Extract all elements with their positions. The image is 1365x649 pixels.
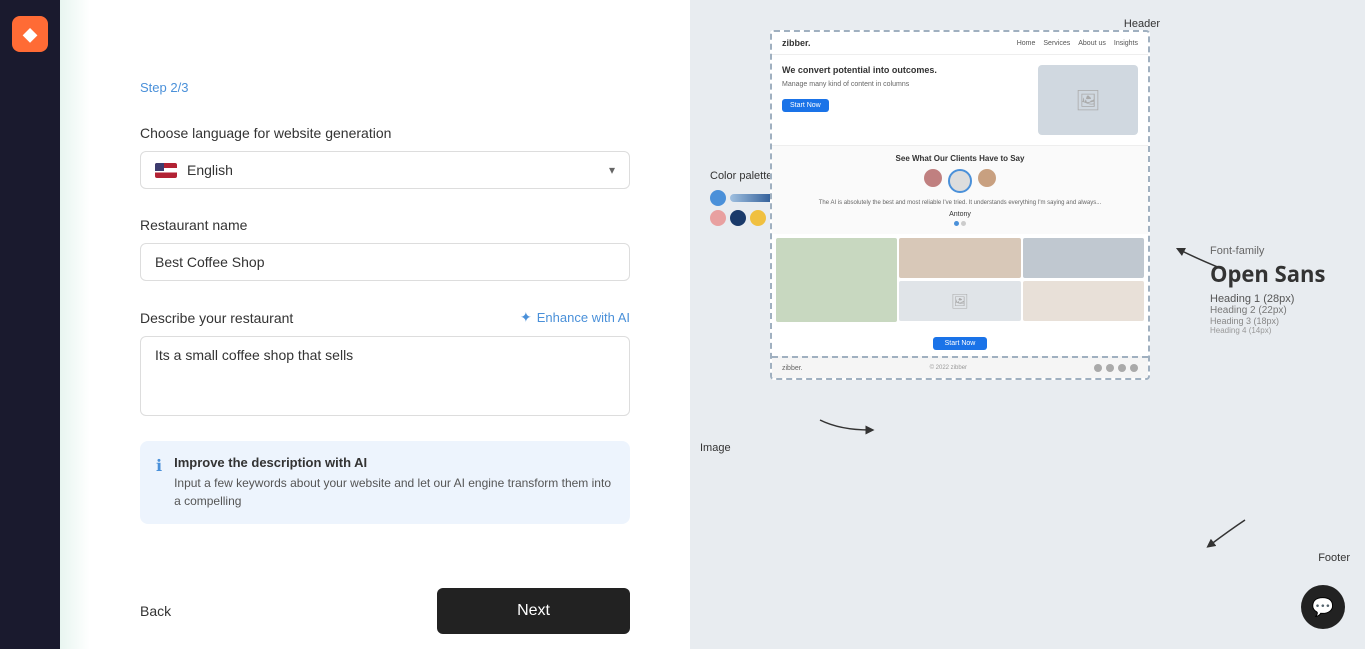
next-button[interactable]: Next bbox=[437, 588, 630, 634]
back-link[interactable]: Back bbox=[140, 603, 171, 619]
heading3-label: Heading 3 (18px) bbox=[1210, 316, 1350, 326]
mockup-cta-btn: Start Now bbox=[933, 337, 988, 350]
footer-social bbox=[1094, 364, 1138, 372]
swatch-yellow bbox=[750, 210, 766, 226]
sparkle-icon: ✦ bbox=[520, 309, 532, 326]
mockup-testimonial: See What Our Clients Have to Say The AI … bbox=[772, 145, 1148, 234]
nav-insights: Insights bbox=[1114, 40, 1138, 47]
nav-services: Services bbox=[1043, 40, 1070, 47]
logo-icon: ◆ bbox=[23, 24, 37, 45]
ai-info-content: Improve the description with AI Input a … bbox=[174, 455, 614, 510]
ai-info-title: Improve the description with AI bbox=[174, 455, 614, 470]
avatar-3 bbox=[978, 169, 996, 187]
mockup-logo: zibber. bbox=[782, 38, 811, 48]
image-placeholder-icon: 🖼 bbox=[1075, 88, 1100, 113]
footer-annotation: Footer bbox=[1318, 552, 1350, 564]
gallery-4: 🖼 bbox=[899, 281, 1020, 321]
sidebar: ◆ bbox=[0, 0, 60, 649]
social-icon-1 bbox=[1094, 364, 1102, 372]
nav-home: Home bbox=[1017, 40, 1036, 47]
right-panel: Header Footer Image Font-family Open San… bbox=[690, 0, 1365, 649]
swatch-blue bbox=[710, 190, 726, 206]
font-family-label: Font-family bbox=[1210, 245, 1350, 257]
swatch-red bbox=[710, 210, 726, 226]
restaurant-name-label: Restaurant name bbox=[140, 217, 630, 233]
avatar-1 bbox=[924, 169, 942, 187]
heading2-label: Heading 2 (22px) bbox=[1210, 305, 1350, 316]
language-select-wrapper: English ▾ bbox=[140, 151, 630, 189]
mockup-hero-text: We convert potential into outcomes. Mana… bbox=[782, 65, 1030, 135]
description-textarea[interactable]: Its a small coffee shop that sells bbox=[140, 336, 630, 416]
ai-info-box: ℹ Improve the description with AI Input … bbox=[140, 441, 630, 524]
social-icon-2 bbox=[1106, 364, 1114, 372]
mockup-hero-sub: Manage many kind of content in columns bbox=[782, 81, 1030, 88]
desc-header: Describe your restaurant ✦ Enhance with … bbox=[140, 309, 630, 326]
font-family-box: Font-family Open Sans Heading 1 (28px) H… bbox=[1210, 245, 1350, 335]
gallery-5 bbox=[1023, 281, 1144, 321]
step-label: Step 2/3 bbox=[140, 80, 630, 95]
desc-label: Describe your restaurant bbox=[140, 310, 293, 326]
testimonial-dots bbox=[782, 221, 1138, 226]
header-annotation: Header bbox=[1124, 18, 1160, 30]
info-icon: ℹ bbox=[156, 456, 162, 476]
enhance-ai-label: Enhance with AI bbox=[537, 310, 630, 325]
nav-about: About us bbox=[1078, 40, 1106, 47]
social-icon-4 bbox=[1130, 364, 1138, 372]
restaurant-name-input[interactable] bbox=[140, 243, 630, 281]
image-annotation: Image bbox=[700, 442, 731, 454]
language-section-label: Choose language for website generation bbox=[140, 125, 630, 141]
swatch-dark-blue bbox=[730, 210, 746, 226]
gallery-1 bbox=[776, 238, 897, 322]
heading1-label: Heading 1 (28px) bbox=[1210, 293, 1350, 305]
chevron-down-icon: ▾ bbox=[609, 163, 615, 177]
flag-icon bbox=[155, 163, 177, 178]
dot-1 bbox=[954, 221, 959, 226]
bottom-nav: Back Next bbox=[60, 603, 690, 649]
avatar-2-active bbox=[948, 169, 972, 193]
mockup-hero: We convert potential into outcomes. Mana… bbox=[772, 55, 1148, 145]
sidebar-logo[interactable]: ◆ bbox=[12, 16, 48, 52]
dot-2 bbox=[961, 221, 966, 226]
mockup-hero-image: 🖼 bbox=[1038, 65, 1138, 135]
testimonial-title: See What Our Clients Have to Say bbox=[782, 154, 1138, 163]
left-panel: Step 2/3 Choose language for website gen… bbox=[60, 0, 690, 649]
website-mockup: zibber. Home Services About us Insights … bbox=[770, 30, 1150, 380]
ai-info-text: Input a few keywords about your website … bbox=[174, 474, 614, 510]
language-select[interactable]: English ▾ bbox=[140, 151, 630, 189]
mockup-nav: Home Services About us Insights bbox=[1017, 40, 1138, 47]
mockup-gallery: 🖼 bbox=[772, 234, 1148, 326]
mockup-hero-cta: Start Now bbox=[782, 99, 829, 112]
testimonial-author: Antony bbox=[782, 211, 1138, 218]
mockup-header: zibber. Home Services About us Insights bbox=[772, 32, 1148, 55]
chat-button[interactable]: 💬 bbox=[1301, 585, 1345, 629]
social-icon-3 bbox=[1118, 364, 1126, 372]
footer-copy: © 2022 zibber bbox=[930, 365, 967, 371]
chat-icon: 💬 bbox=[1312, 597, 1334, 618]
mockup-hero-title: We convert potential into outcomes. bbox=[782, 65, 1030, 77]
enhance-ai-button[interactable]: ✦ Enhance with AI bbox=[520, 309, 630, 326]
testimonial-text: The AI is absolutely the best and most r… bbox=[782, 199, 1138, 207]
gallery-placeholder-icon: 🖼 bbox=[951, 293, 969, 310]
gallery-3 bbox=[1023, 238, 1144, 278]
mockup-cta: Start Now bbox=[772, 326, 1148, 356]
mockup-footer: zibber. © 2022 zibber bbox=[772, 356, 1148, 378]
testimonial-avatars bbox=[782, 169, 1138, 193]
heading4-label: Heading 4 (14px) bbox=[1210, 326, 1350, 335]
left-content: Step 2/3 Choose language for website gen… bbox=[60, 0, 690, 603]
font-family-name: Open Sans bbox=[1210, 259, 1350, 289]
language-value: English bbox=[187, 162, 233, 178]
footer-logo: zibber. bbox=[782, 365, 803, 372]
gallery-2 bbox=[899, 238, 1020, 278]
